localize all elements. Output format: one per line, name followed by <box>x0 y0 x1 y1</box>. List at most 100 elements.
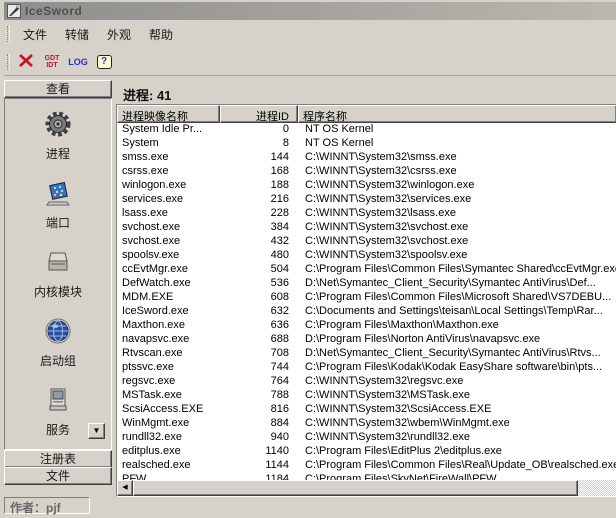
table-row[interactable]: svchost.exe432C:\WINNT\System32\svchost.… <box>117 235 616 249</box>
table-row[interactable]: svchost.exe384C:\WINNT\System32\svchost.… <box>117 221 616 235</box>
program-path-cell: NT OS Kernel <box>298 123 616 137</box>
program-path-cell: C:\Program Files\EditPlus 2\editplus.exe <box>298 445 616 459</box>
sidebar-item-label: 内核模块 <box>34 283 82 300</box>
column-header-process-id[interactable]: 进程ID <box>220 105 298 123</box>
sidebar-item-port[interactable]: 端口 <box>43 178 73 231</box>
table-row[interactable]: csrss.exe168C:\WINNT\System32\csrss.exe <box>117 165 616 179</box>
menu-dump[interactable]: 转储 <box>56 23 98 46</box>
table-row[interactable]: lsass.exe228C:\WINNT\System32\lsass.exe <box>117 207 616 221</box>
process-id-cell: 384 <box>220 221 298 235</box>
table-row[interactable]: WinMgmt.exe884C:\WINNT\System32\wbem\Win… <box>117 417 616 431</box>
process-id-cell: 708 <box>220 347 298 361</box>
process-name-cell: System <box>117 137 220 151</box>
sidebar: 查看 进程 <box>4 80 112 484</box>
title-bar[interactable]: IceSword <box>4 2 616 20</box>
process-id-cell: 188 <box>220 179 298 193</box>
table-row[interactable]: services.exe216C:\WINNT\System32\service… <box>117 193 616 207</box>
program-path-cell: C:\WINNT\System32\MSTask.exe <box>298 389 616 403</box>
red-x-icon <box>19 54 33 70</box>
sidebar-item-kernel-module[interactable]: 内核模块 <box>34 247 82 300</box>
process-id-cell: 816 <box>220 403 298 417</box>
sidebar-item-process[interactable]: 进程 <box>43 109 73 162</box>
table-row[interactable]: regsvc.exe764C:\WINNT\System32\regsvc.ex… <box>117 375 616 389</box>
column-header-program-name[interactable]: 程序名称 <box>298 105 616 123</box>
process-name-cell: lsass.exe <box>117 207 220 221</box>
gdt-idt-button[interactable]: GDT IDT <box>40 51 64 73</box>
log-button[interactable]: LOG <box>66 51 90 73</box>
program-path-cell: C:\WINNT\System32\ScsiAccess.EXE <box>298 403 616 417</box>
table-row[interactable]: DefWatch.exe536D:\Net\Symantec_Client_Se… <box>117 277 616 291</box>
table-row[interactable]: navapsvc.exe688D:\Program Files\Norton A… <box>117 333 616 347</box>
horizontal-scrollbar[interactable]: ◀ <box>117 480 616 496</box>
process-id-cell: 1144 <box>220 459 298 473</box>
sidebar-group-file-button[interactable]: 文件 <box>4 467 112 485</box>
program-path-cell: C:\WINNT\System32\svchost.exe <box>298 221 616 235</box>
table-row[interactable]: rundll32.exe940C:\WINNT\System32\rundll3… <box>117 431 616 445</box>
table-row[interactable]: ccEvtMgr.exe504C:\Program Files\Common F… <box>117 263 616 277</box>
process-id-cell: 216 <box>220 193 298 207</box>
menu-file[interactable]: 文件 <box>14 23 56 46</box>
program-path-cell: NT OS Kernel <box>298 137 616 151</box>
process-name-cell: Maxthon.exe <box>117 319 220 333</box>
program-path-cell: C:\Program Files\Maxthon\Maxthon.exe <box>298 319 616 333</box>
table-row[interactable]: ptssvc.exe744C:\Program Files\Kodak\Koda… <box>117 361 616 375</box>
sidebar-group-view-button[interactable]: 查看 <box>4 80 112 98</box>
sidebar-scroll-down-button[interactable]: ▼ <box>88 423 105 439</box>
table-row[interactable]: Maxthon.exe636C:\Program Files\Maxthon\M… <box>117 319 616 333</box>
table-row[interactable]: winlogon.exe188C:\WINNT\System32\winlogo… <box>117 179 616 193</box>
toolbar-grip[interactable] <box>7 54 10 70</box>
table-row[interactable]: spoolsv.exe480C:\WINNT\System32\spoolsv.… <box>117 249 616 263</box>
table-row[interactable]: IceSword.exe632C:\Documents and Settings… <box>117 305 616 319</box>
computer-icon <box>43 385 73 418</box>
process-id-cell: 228 <box>220 207 298 221</box>
program-path-cell: C:\WINNT\System32\regsvc.exe <box>298 375 616 389</box>
process-name-cell: System Idle Pr... <box>117 123 220 137</box>
author-status: 作者：pjf <box>4 497 90 514</box>
scrollbar-thumb[interactable] <box>133 480 578 496</box>
kill-process-button[interactable] <box>14 51 38 73</box>
process-name-cell: spoolsv.exe <box>117 249 220 263</box>
table-row[interactable]: ScsiAccess.EXE816C:\WINNT\System32\ScsiA… <box>117 403 616 417</box>
process-name-cell: ccEvtMgr.exe <box>117 263 220 277</box>
process-id-cell: 744 <box>220 361 298 375</box>
program-path-cell: C:\Documents and Settings\teisan\Local S… <box>298 305 616 319</box>
program-path-cell: C:\WINNT\System32\csrss.exe <box>298 165 616 179</box>
process-id-cell: 688 <box>220 333 298 347</box>
sidebar-item-label: 服务 <box>46 421 70 438</box>
program-path-cell: C:\WINNT\System32\svchost.exe <box>298 235 616 249</box>
column-header-image-name[interactable]: 进程映像名称 <box>117 105 220 123</box>
menu-appearance[interactable]: 外观 <box>98 23 140 46</box>
process-name-cell: smss.exe <box>117 151 220 165</box>
table-row[interactable]: System8NT OS Kernel <box>117 137 616 151</box>
menu-help[interactable]: 帮助 <box>140 23 182 46</box>
table-row[interactable]: editplus.exe1140C:\Program Files\EditPlu… <box>117 445 616 459</box>
process-name-cell: DefWatch.exe <box>117 277 220 291</box>
process-id-cell: 632 <box>220 305 298 319</box>
sidebar-group-registry-button[interactable]: 注册表 <box>4 450 112 468</box>
sidebar-item-service[interactable]: 服务 <box>43 385 73 438</box>
program-path-cell: C:\Program Files\Common Files\Real\Updat… <box>298 459 616 473</box>
help-button[interactable]: ? <box>92 51 116 73</box>
program-path-cell: C:\WINNT\System32\smss.exe <box>298 151 616 165</box>
program-path-cell: C:\WINNT\System32\wbem\WinMgmt.exe <box>298 417 616 431</box>
process-name-cell: csrss.exe <box>117 165 220 179</box>
program-path-cell: C:\WINNT\System32\services.exe <box>298 193 616 207</box>
table-row[interactable]: smss.exe144C:\WINNT\System32\smss.exe <box>117 151 616 165</box>
sidebar-item-startup-group[interactable]: 启动组 <box>40 316 76 369</box>
scroll-left-button[interactable]: ◀ <box>117 480 133 496</box>
table-row[interactable]: realsched.exe1144C:\Program Files\Common… <box>117 459 616 473</box>
process-id-cell: 8 <box>220 137 298 151</box>
process-list: 进程映像名称 进程ID 程序名称 System Idle Pr...0NT OS… <box>116 104 616 497</box>
program-path-cell: C:\WINNT\System32\spoolsv.exe <box>298 249 616 263</box>
table-row[interactable]: System Idle Pr...0NT OS Kernel <box>117 123 616 137</box>
process-name-cell: IceSword.exe <box>117 305 220 319</box>
app-window: IceSword 文件 转储 外观 帮助 GDT IDT LOG ? <box>0 0 616 518</box>
table-row[interactable]: Rtvscan.exe708D:\Net\Symantec_Client_Sec… <box>117 347 616 361</box>
table-row[interactable]: MSTask.exe788C:\WINNT\System32\MSTask.ex… <box>117 389 616 403</box>
menu-grip[interactable] <box>7 26 10 42</box>
table-row[interactable]: MDM.EXE608C:\Program Files\Common Files\… <box>117 291 616 305</box>
process-id-cell: 168 <box>220 165 298 179</box>
program-path-cell: D:\Net\Symantec_Client_Security\Symantec… <box>298 347 616 361</box>
port-icon <box>43 178 73 211</box>
process-id-cell: 0 <box>220 123 298 137</box>
